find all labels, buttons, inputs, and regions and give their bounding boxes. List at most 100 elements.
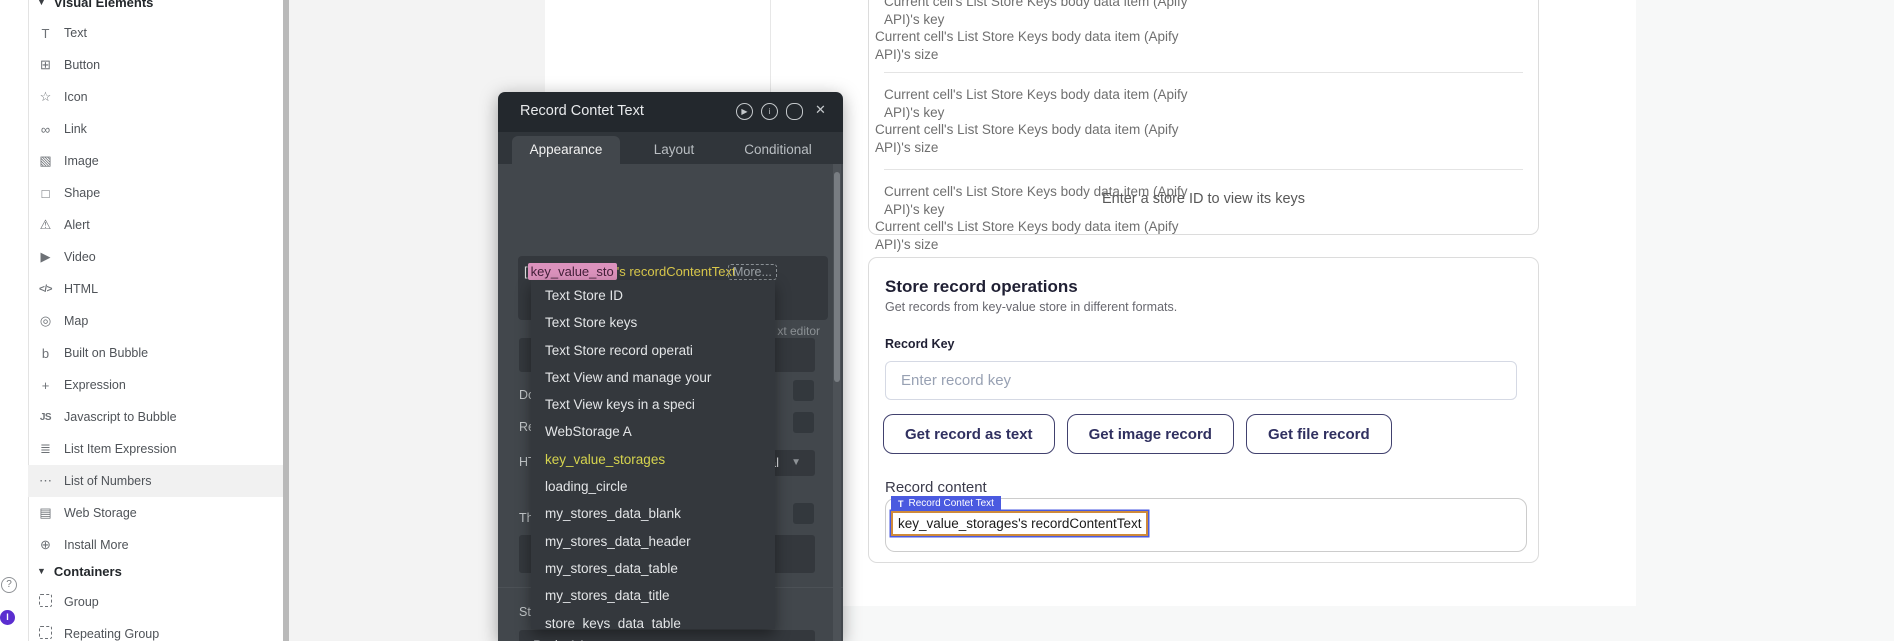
palette-item-javascript-to-bubble[interactable]: JSJavascript to Bubble [28, 401, 283, 433]
tab-appearance[interactable]: Appearance [512, 136, 620, 164]
get-record-as-text-button[interactable]: Get record as text [883, 414, 1055, 454]
elements-palette: ▼Visual Elements TText⊞Button ☆ Icon ∞ Link ▧I… [0, 0, 283, 641]
help-icon[interactable]: ? [1, 577, 17, 593]
link-icon: ∞ [37, 122, 54, 137]
palette-item-label: Map [64, 314, 88, 328]
palette-item-install-more[interactable]: ⊕Install More [28, 529, 283, 561]
clipboard-icon: ≣ [37, 441, 54, 457]
palette-item-video[interactable]: ▶ Video [28, 241, 283, 273]
dropdown-item[interactable]: my_stores_data_title [531, 582, 775, 609]
group-boundary-line [770, 0, 771, 92]
palette-item-label: Video [64, 250, 96, 264]
get-image-record-button[interactable]: Get image record [1067, 414, 1234, 454]
palette-item-image[interactable]: ▧Image [28, 145, 283, 177]
checkbox-2[interactable] [793, 412, 814, 433]
palette-item-list-of-numbers[interactable]: ⋯ List of Numbers [28, 465, 283, 497]
comment-icon[interactable] [786, 103, 803, 120]
key-cell: Current cell's List Store Keys body data… [884, 86, 1219, 121]
dropdown-item[interactable]: Text Store record operati [531, 337, 775, 364]
chevron-down-icon: ▼ [37, 0, 46, 7]
palette-item-expression[interactable]: +Expression [28, 369, 283, 401]
dropdown-item[interactable]: Text Store keys [531, 309, 775, 336]
expression-selected-token[interactable]: key_value_sto [528, 263, 617, 280]
video-icon: ▶ [37, 249, 54, 265]
palette-item-list-item-expression[interactable]: ≣ List Item Expression [28, 433, 283, 465]
info-icon[interactable]: i [761, 103, 778, 120]
palette-section-header[interactable]: ▼Visual Elements [37, 0, 153, 12]
expression-more-button[interactable]: More... [728, 264, 777, 280]
palette-item-label: HTML [64, 282, 98, 296]
keys-table-row[interactable]: Current cell's List Store Keys body data… [884, 0, 1523, 73]
key-cell: Current cell's List Store Keys body data… [884, 0, 1219, 28]
palette-item-group[interactable]: Group [28, 586, 283, 618]
checkbox-1[interactable] [793, 380, 814, 401]
get-file-record-button[interactable]: Get file record [1246, 414, 1392, 454]
dropdown-item[interactable]: Text View and manage your [531, 364, 775, 391]
palette-item-shape[interactable]: □Shape [28, 177, 283, 209]
run-icon[interactable]: ▶ [736, 103, 753, 120]
palette-scrollbar[interactable] [283, 0, 289, 641]
expression-suffix[interactable]: 's recordContentText [617, 264, 736, 279]
html-icon: </> [37, 284, 54, 295]
palette-item-built-on-bubble[interactable]: bBuilt on Bubble [28, 337, 283, 369]
palette-item-map[interactable]: ◎ Map [28, 305, 283, 337]
storage-icon: ▤ [37, 505, 54, 521]
palette-item-html[interactable]: </> HTML [28, 273, 283, 305]
size-cell: Current cell's List Store Keys body data… [875, 218, 1195, 253]
dropdown-item[interactable]: my_stores_data_header [531, 528, 775, 555]
store-keys-card: Current cell's List Store Keys body data… [868, 0, 1539, 235]
palette-item-label: Icon [64, 90, 88, 104]
card-subtitle: Get records from key-value store in diff… [885, 300, 1177, 314]
checkbox-3[interactable] [793, 503, 814, 524]
palette-item-label: List of Numbers [64, 474, 152, 488]
size-cell: Current cell's List Store Keys body data… [875, 28, 1195, 63]
palette-item-label: List Item Expression [64, 442, 177, 456]
tab-layout[interactable]: Layout [620, 136, 728, 164]
dropdown-item[interactable]: store_keys_data_table [531, 610, 775, 629]
canvas-background-right [1636, 0, 1894, 641]
keys-table-row[interactable]: Current cell's List Store Keys body data… [884, 170, 1523, 266]
palette-item-button[interactable]: ⊞Button [28, 49, 283, 81]
tab-conditional[interactable]: Conditional [728, 136, 828, 164]
selected-element-badge-label: Record Contet Text [909, 498, 994, 509]
close-icon[interactable]: ✕ [815, 102, 826, 118]
palette-item-link[interactable]: ∞ Link [28, 113, 283, 145]
star-icon: ☆ [37, 89, 54, 105]
palette-item-repeating-group[interactable]: Repeating Group [28, 618, 283, 641]
palette-item-icon[interactable]: ☆ Icon [28, 81, 283, 113]
assistant-icon[interactable]: I [0, 610, 15, 625]
selected-element-badge: T Record Contet Text [891, 496, 1001, 511]
palette-section-label: Containers [54, 564, 122, 579]
palette-item-label: Text [64, 26, 87, 40]
palette-item-label: Shape [64, 186, 100, 200]
store-record-operations-card: Store record operations Get records from… [868, 257, 1539, 563]
ellipsis-icon: ⋯ [37, 473, 54, 489]
selected-text-element[interactable]: key_value_storages's recordContentText [891, 511, 1148, 536]
palette-item-alert[interactable]: ⚠Alert [28, 209, 283, 241]
dropdown-item[interactable]: Text Store ID [531, 282, 775, 309]
property-editor-header[interactable]: Record Contet Text ▶ i ✕ [498, 92, 843, 132]
palette-section-header[interactable]: ▼ Containers [37, 561, 122, 581]
palette-item-label: Link [64, 122, 87, 136]
chevron-down-icon: ▼ [37, 566, 46, 576]
dropdown-item[interactable]: my_stores_data_blank [531, 500, 775, 527]
record-key-input[interactable] [885, 361, 1517, 400]
panel-scroll-thumb[interactable] [834, 172, 840, 382]
dropdown-item[interactable]: Text View keys in a speci [531, 391, 775, 418]
panel-tabbar: Appearance Layout Conditional [498, 132, 843, 164]
palette-item-text[interactable]: TText [28, 17, 283, 49]
size-cell: Current cell's List Store Keys body data… [875, 121, 1195, 156]
style-select[interactable]: Body 14 ▼ [519, 630, 815, 641]
dropdown-item[interactable]: loading_circle [531, 473, 775, 500]
dropdown-item[interactable]: WebStorage A [531, 418, 775, 445]
map-pin-icon: ◎ [37, 313, 54, 329]
group-icon [37, 594, 54, 610]
panel-body: [key_value_sto's recordContentText More.… [498, 164, 843, 641]
palette-item-web-storage[interactable]: ▤Web Storage [28, 497, 283, 529]
palette-item-label: Button [64, 58, 100, 72]
keys-table-row[interactable]: Current cell's List Store Keys body data… [884, 73, 1523, 170]
dropdown-item[interactable]: my_stores_data_table [531, 555, 775, 582]
dropdown-item[interactable]: key_value_storages [531, 446, 775, 473]
palette-item-label: Expression [64, 378, 126, 392]
keys-empty-message: Enter a store ID to view its keys [869, 191, 1538, 207]
